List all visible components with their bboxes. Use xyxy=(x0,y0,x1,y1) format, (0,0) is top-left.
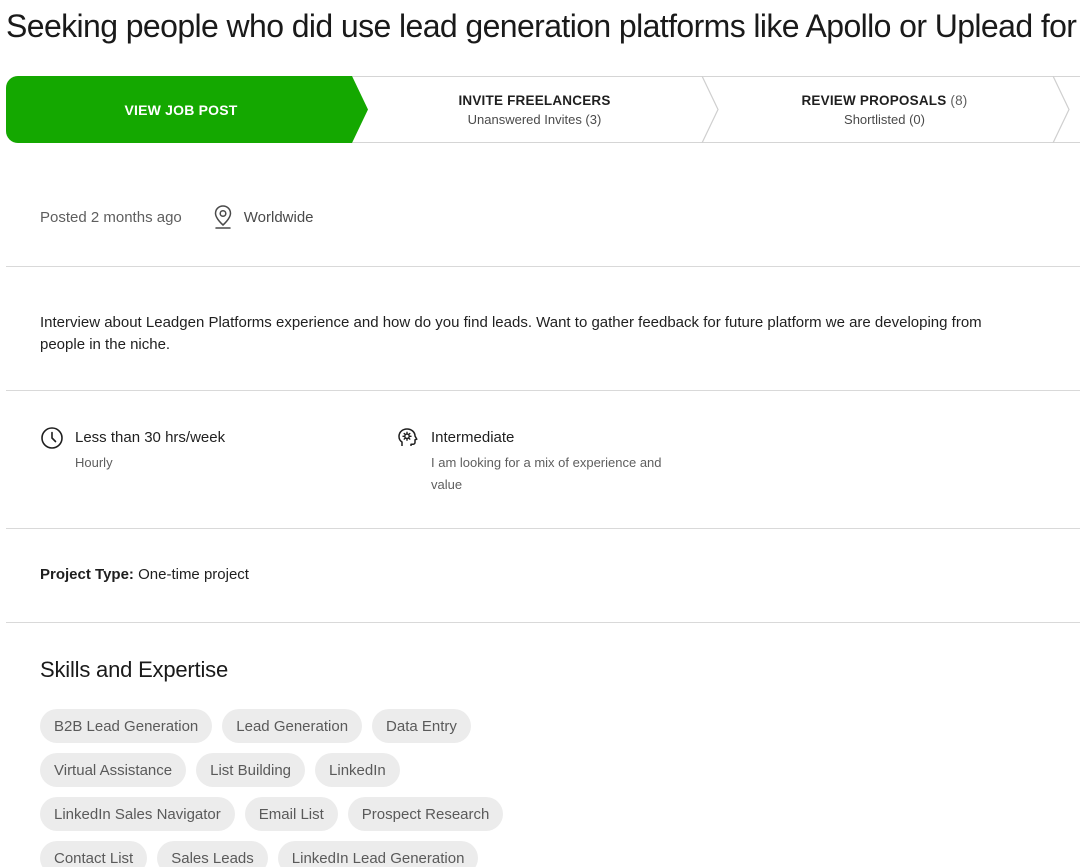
feature-hours-sub: Hourly xyxy=(75,455,113,470)
skill-chip[interactable]: Lead Generation xyxy=(222,709,363,743)
job-location: Worldwide xyxy=(212,204,314,230)
brain-gear-icon xyxy=(398,428,418,446)
section-divider xyxy=(6,266,1080,267)
project-type-label: Project Type: xyxy=(40,566,134,583)
skill-chip[interactable]: LinkedIn Sales Navigator xyxy=(40,797,235,831)
step-review-proposals-title: REVIEW PROPOSALS xyxy=(801,92,947,108)
step-review-proposals-sub: Shortlisted (0) xyxy=(844,111,925,127)
job-meta-row: Posted 2 months ago Worldwide xyxy=(40,204,314,230)
feature-level-title: Intermediate xyxy=(431,429,515,446)
skill-row: LinkedIn Sales Navigator Email List Pros… xyxy=(40,797,600,831)
step-invite-freelancers-title: INVITE FREELANCERS xyxy=(458,92,611,108)
clock-icon xyxy=(41,427,63,449)
job-title: Seeking people who did use lead generati… xyxy=(6,8,1080,44)
project-type: Project Type: One-time project xyxy=(40,566,249,583)
skill-chip[interactable]: Contact List xyxy=(40,841,148,867)
posted-date: Posted 2 months ago xyxy=(40,208,182,226)
skill-chip[interactable]: LinkedIn Lead Generation xyxy=(277,841,479,867)
section-divider xyxy=(6,528,1080,529)
skill-chip[interactable]: Sales Leads xyxy=(157,841,268,867)
skills-list: B2B Lead Generation Lead Generation Data… xyxy=(40,709,600,867)
skill-chip[interactable]: B2B Lead Generation xyxy=(40,709,213,743)
feature-level-sub: I am looking for a mix of experience and… xyxy=(431,455,662,492)
feature-experience-level-text: Intermediate I am looking for a mix of e… xyxy=(431,424,681,496)
step-invite-freelancers[interactable]: INVITE FREELANCERS Unanswered Invites (3… xyxy=(367,77,702,142)
skill-chip[interactable]: Virtual Assistance xyxy=(40,753,187,787)
skill-row: Virtual Assistance List Building LinkedI… xyxy=(40,753,600,787)
step-review-proposals-title-wrap: REVIEW PROPOSALS (8) xyxy=(801,93,967,108)
skill-chip[interactable]: List Building xyxy=(196,753,306,787)
skills-heading: Skills and Expertise xyxy=(40,657,228,682)
step-view-job-post[interactable]: VIEW JOB POST xyxy=(6,76,368,143)
job-stepper: VIEW JOB POST INVITE FREELANCERS Unanswe… xyxy=(6,76,1080,143)
job-details-page: Seeking people who did use lead generati… xyxy=(0,0,1080,867)
step-review-proposals[interactable]: REVIEW PROPOSALS (8) Shortlisted (0) xyxy=(712,77,1057,142)
section-divider xyxy=(6,390,1080,391)
location-text: Worldwide xyxy=(243,208,314,226)
skill-row: Contact List Sales Leads LinkedIn Lead G… xyxy=(40,841,600,867)
step-review-proposals-count: (8) xyxy=(950,92,968,108)
map-pin-icon xyxy=(214,205,232,229)
project-type-value: One-time project xyxy=(138,566,249,583)
skill-chip[interactable]: LinkedIn xyxy=(315,753,400,787)
section-divider xyxy=(6,622,1080,623)
step-view-job-post-label: VIEW JOB POST xyxy=(124,101,238,118)
step-invite-freelancers-sub: Unanswered Invites (3) xyxy=(467,111,602,127)
step-chevron-separator xyxy=(1052,76,1070,143)
skill-chip[interactable]: Email List xyxy=(244,797,338,831)
feature-experience-level: Intermediate I am looking for a mix of e… xyxy=(396,424,681,496)
feature-hours-title: Less than 30 hrs/week xyxy=(75,429,226,446)
job-description: Interview about Leadgen Platforms experi… xyxy=(40,314,982,353)
skill-chip[interactable]: Data Entry xyxy=(372,709,471,743)
feature-hours-text: Less than 30 hrs/week Hourly xyxy=(75,424,225,474)
feature-hours: Less than 30 hrs/week Hourly xyxy=(40,424,225,474)
skill-row: B2B Lead Generation Lead Generation Data… xyxy=(40,709,600,743)
skill-chip[interactable]: Prospect Research xyxy=(347,797,504,831)
